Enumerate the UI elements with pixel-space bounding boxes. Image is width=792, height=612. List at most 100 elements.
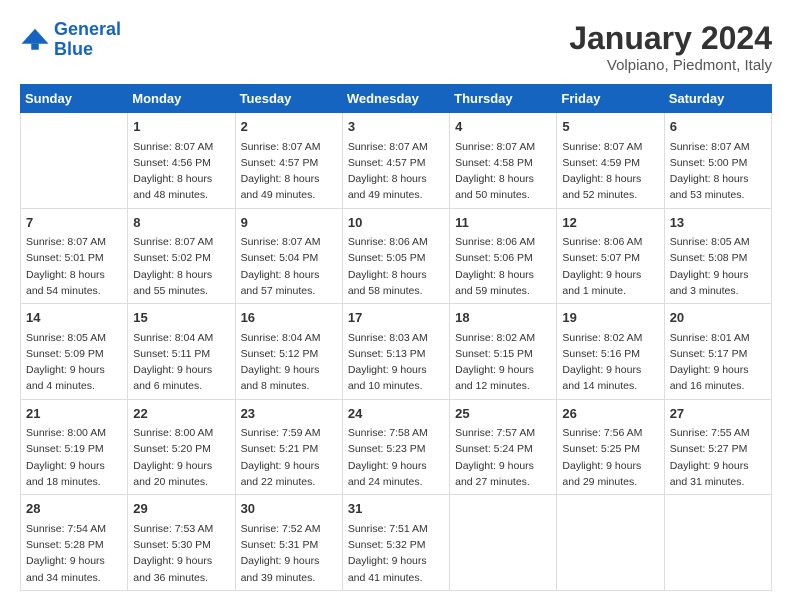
calendar-cell: 19Sunrise: 8:02 AMSunset: 5:16 PMDayligh… — [557, 304, 664, 400]
calendar-cell: 10Sunrise: 8:06 AMSunset: 5:05 PMDayligh… — [342, 208, 449, 304]
title-block: January 2024 Volpiano, Piedmont, Italy — [569, 20, 772, 74]
day-number: 12 — [562, 213, 658, 233]
day-number: 29 — [133, 499, 229, 519]
day-number: 10 — [348, 213, 444, 233]
day-info: Sunrise: 8:07 AMSunset: 4:58 PMDaylight:… — [455, 139, 551, 204]
calendar-cell: 30Sunrise: 7:52 AMSunset: 5:31 PMDayligh… — [235, 495, 342, 591]
calendar-cell: 25Sunrise: 7:57 AMSunset: 5:24 PMDayligh… — [450, 399, 557, 495]
calendar-cell: 2Sunrise: 8:07 AMSunset: 4:57 PMDaylight… — [235, 113, 342, 209]
calendar-cell: 21Sunrise: 8:00 AMSunset: 5:19 PMDayligh… — [21, 399, 128, 495]
day-header-monday: Monday — [128, 85, 235, 113]
calendar-cell: 27Sunrise: 7:55 AMSunset: 5:27 PMDayligh… — [664, 399, 771, 495]
day-number: 4 — [455, 117, 551, 137]
calendar-cell: 3Sunrise: 8:07 AMSunset: 4:57 PMDaylight… — [342, 113, 449, 209]
day-info: Sunrise: 8:00 AMSunset: 5:20 PMDaylight:… — [133, 425, 229, 490]
calendar-cell: 9Sunrise: 8:07 AMSunset: 5:04 PMDaylight… — [235, 208, 342, 304]
day-number: 13 — [670, 213, 766, 233]
day-number: 30 — [241, 499, 337, 519]
day-number: 8 — [133, 213, 229, 233]
day-info: Sunrise: 8:07 AMSunset: 4:57 PMDaylight:… — [241, 139, 337, 204]
month-title: January 2024 — [569, 20, 772, 57]
calendar-cell: 8Sunrise: 8:07 AMSunset: 5:02 PMDaylight… — [128, 208, 235, 304]
calendar-cell: 17Sunrise: 8:03 AMSunset: 5:13 PMDayligh… — [342, 304, 449, 400]
day-number: 11 — [455, 213, 551, 233]
day-info: Sunrise: 8:01 AMSunset: 5:17 PMDaylight:… — [670, 330, 766, 395]
calendar-cell: 12Sunrise: 8:06 AMSunset: 5:07 PMDayligh… — [557, 208, 664, 304]
day-header-thursday: Thursday — [450, 85, 557, 113]
day-info: Sunrise: 8:07 AMSunset: 5:04 PMDaylight:… — [241, 234, 337, 299]
day-number: 28 — [26, 499, 122, 519]
day-info: Sunrise: 8:00 AMSunset: 5:19 PMDaylight:… — [26, 425, 122, 490]
day-info: Sunrise: 7:55 AMSunset: 5:27 PMDaylight:… — [670, 425, 766, 490]
day-number: 21 — [26, 404, 122, 424]
day-number: 31 — [348, 499, 444, 519]
page-header: General Blue January 2024 Volpiano, Pied… — [20, 20, 772, 74]
day-number: 25 — [455, 404, 551, 424]
day-header-sunday: Sunday — [21, 85, 128, 113]
day-number: 22 — [133, 404, 229, 424]
day-number: 3 — [348, 117, 444, 137]
calendar-cell: 16Sunrise: 8:04 AMSunset: 5:12 PMDayligh… — [235, 304, 342, 400]
calendar-header-row: SundayMondayTuesdayWednesdayThursdayFrid… — [21, 85, 772, 113]
day-info: Sunrise: 8:07 AMSunset: 4:56 PMDaylight:… — [133, 139, 229, 204]
day-info: Sunrise: 8:07 AMSunset: 5:02 PMDaylight:… — [133, 234, 229, 299]
day-number: 24 — [348, 404, 444, 424]
day-info: Sunrise: 8:07 AMSunset: 5:01 PMDaylight:… — [26, 234, 122, 299]
day-number: 18 — [455, 308, 551, 328]
day-info: Sunrise: 8:06 AMSunset: 5:05 PMDaylight:… — [348, 234, 444, 299]
day-info: Sunrise: 8:06 AMSunset: 5:07 PMDaylight:… — [562, 234, 658, 299]
day-info: Sunrise: 8:07 AMSunset: 4:57 PMDaylight:… — [348, 139, 444, 204]
calendar-week-2: 7Sunrise: 8:07 AMSunset: 5:01 PMDaylight… — [21, 208, 772, 304]
calendar-body: 1Sunrise: 8:07 AMSunset: 4:56 PMDaylight… — [21, 113, 772, 591]
calendar-cell: 6Sunrise: 8:07 AMSunset: 5:00 PMDaylight… — [664, 113, 771, 209]
day-info: Sunrise: 8:05 AMSunset: 5:09 PMDaylight:… — [26, 330, 122, 395]
logo-icon — [20, 25, 50, 55]
day-number: 16 — [241, 308, 337, 328]
day-info: Sunrise: 7:56 AMSunset: 5:25 PMDaylight:… — [562, 425, 658, 490]
day-info: Sunrise: 8:07 AMSunset: 5:00 PMDaylight:… — [670, 139, 766, 204]
calendar-cell: 23Sunrise: 7:59 AMSunset: 5:21 PMDayligh… — [235, 399, 342, 495]
day-header-saturday: Saturday — [664, 85, 771, 113]
calendar-cell: 11Sunrise: 8:06 AMSunset: 5:06 PMDayligh… — [450, 208, 557, 304]
day-info: Sunrise: 8:05 AMSunset: 5:08 PMDaylight:… — [670, 234, 766, 299]
day-number: 1 — [133, 117, 229, 137]
day-number: 2 — [241, 117, 337, 137]
calendar-cell — [450, 495, 557, 591]
calendar-table: SundayMondayTuesdayWednesdayThursdayFrid… — [20, 84, 772, 591]
calendar-cell: 4Sunrise: 8:07 AMSunset: 4:58 PMDaylight… — [450, 113, 557, 209]
day-info: Sunrise: 7:53 AMSunset: 5:30 PMDaylight:… — [133, 521, 229, 586]
day-number: 17 — [348, 308, 444, 328]
day-info: Sunrise: 8:03 AMSunset: 5:13 PMDaylight:… — [348, 330, 444, 395]
day-info: Sunrise: 7:58 AMSunset: 5:23 PMDaylight:… — [348, 425, 444, 490]
calendar-cell: 18Sunrise: 8:02 AMSunset: 5:15 PMDayligh… — [450, 304, 557, 400]
calendar-cell: 13Sunrise: 8:05 AMSunset: 5:08 PMDayligh… — [664, 208, 771, 304]
calendar-cell: 5Sunrise: 8:07 AMSunset: 4:59 PMDaylight… — [557, 113, 664, 209]
day-info: Sunrise: 8:02 AMSunset: 5:15 PMDaylight:… — [455, 330, 551, 395]
day-info: Sunrise: 8:04 AMSunset: 5:12 PMDaylight:… — [241, 330, 337, 395]
day-number: 19 — [562, 308, 658, 328]
calendar-cell: 15Sunrise: 8:04 AMSunset: 5:11 PMDayligh… — [128, 304, 235, 400]
calendar-week-4: 21Sunrise: 8:00 AMSunset: 5:19 PMDayligh… — [21, 399, 772, 495]
day-info: Sunrise: 8:04 AMSunset: 5:11 PMDaylight:… — [133, 330, 229, 395]
day-number: 6 — [670, 117, 766, 137]
day-info: Sunrise: 7:59 AMSunset: 5:21 PMDaylight:… — [241, 425, 337, 490]
logo: General Blue — [20, 20, 121, 60]
day-number: 26 — [562, 404, 658, 424]
calendar-week-1: 1Sunrise: 8:07 AMSunset: 4:56 PMDaylight… — [21, 113, 772, 209]
calendar-cell: 20Sunrise: 8:01 AMSunset: 5:17 PMDayligh… — [664, 304, 771, 400]
day-info: Sunrise: 7:52 AMSunset: 5:31 PMDaylight:… — [241, 521, 337, 586]
day-number: 20 — [670, 308, 766, 328]
day-number: 14 — [26, 308, 122, 328]
calendar-cell: 24Sunrise: 7:58 AMSunset: 5:23 PMDayligh… — [342, 399, 449, 495]
day-number: 23 — [241, 404, 337, 424]
day-number: 9 — [241, 213, 337, 233]
day-header-tuesday: Tuesday — [235, 85, 342, 113]
calendar-cell — [664, 495, 771, 591]
location: Volpiano, Piedmont, Italy — [569, 57, 772, 74]
calendar-cell — [557, 495, 664, 591]
calendar-cell: 28Sunrise: 7:54 AMSunset: 5:28 PMDayligh… — [21, 495, 128, 591]
calendar-cell: 26Sunrise: 7:56 AMSunset: 5:25 PMDayligh… — [557, 399, 664, 495]
calendar-cell: 7Sunrise: 8:07 AMSunset: 5:01 PMDaylight… — [21, 208, 128, 304]
calendar-cell — [21, 113, 128, 209]
calendar-cell: 31Sunrise: 7:51 AMSunset: 5:32 PMDayligh… — [342, 495, 449, 591]
